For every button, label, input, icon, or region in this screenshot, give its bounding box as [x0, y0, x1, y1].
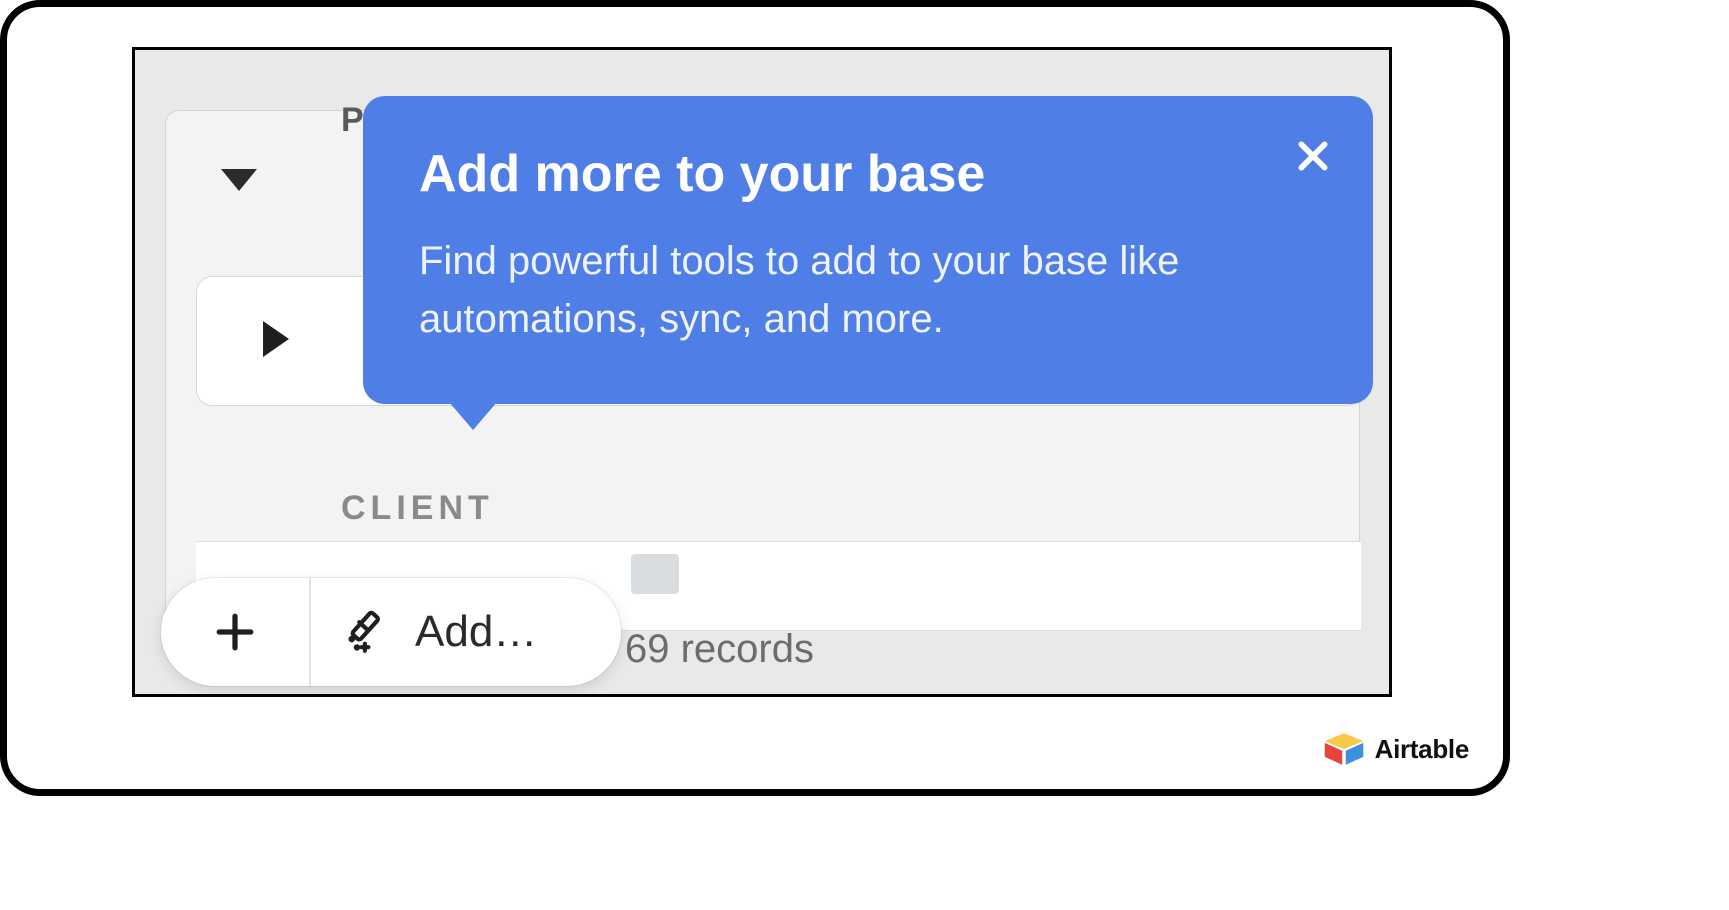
add-more-button[interactable]: Add…: [311, 607, 621, 657]
section-header-fragment: P: [341, 101, 366, 140]
airtable-brand: Airtable: [1323, 731, 1469, 767]
cell-placeholder: [631, 554, 679, 594]
airtable-logo-icon: [1323, 731, 1365, 767]
add-tools-pill: Add…: [161, 578, 621, 686]
airtable-brand-text: Airtable: [1375, 734, 1469, 765]
onboarding-tooltip: Add more to your base Find powerful tool…: [363, 96, 1373, 404]
tooltip-title: Add more to your base: [419, 144, 1317, 204]
app-window: P CLIENT Add more to your base Find powe…: [132, 47, 1392, 697]
field-label-client: CLIENT: [341, 489, 494, 528]
plus-icon: [214, 611, 256, 653]
magic-wand-icon: [343, 607, 393, 657]
records-count: 69 records: [625, 627, 814, 672]
close-icon[interactable]: [1293, 136, 1333, 176]
tooltip-body: Find powerful tools to add to your base …: [419, 232, 1317, 348]
chevron-down-icon[interactable]: [221, 169, 257, 191]
chevron-right-icon: [263, 321, 289, 357]
tooltip-arrow: [449, 402, 497, 430]
add-button[interactable]: [161, 578, 311, 686]
card-frame: P CLIENT Add more to your base Find powe…: [0, 0, 1510, 796]
add-more-label: Add…: [415, 607, 537, 657]
